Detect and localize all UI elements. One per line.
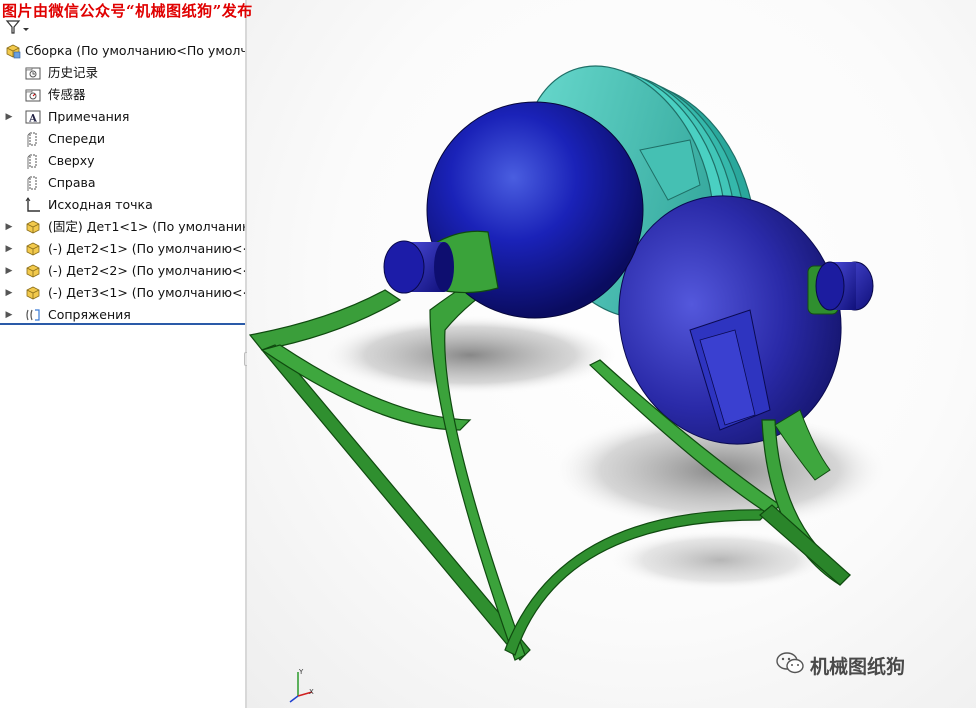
tree-item-annotations[interactable]: ▶ A Примечания [0, 106, 245, 128]
tree-item-front-plane[interactable]: Спереди [0, 128, 245, 150]
tree-item-part-det2-1[interactable]: ▶ (-) Дет2<1> (По умолчанию<<П [0, 238, 245, 260]
tree-item-label: (-) Дет2<2> (По умолчанию<<П [48, 263, 245, 278]
expand-arrow-icon[interactable]: ▶ [4, 260, 14, 282]
graphics-viewport[interactable] [247, 0, 976, 708]
part-icon [25, 241, 41, 257]
left-hub [383, 230, 499, 294]
expand-arrow-icon[interactable]: ▶ [4, 106, 14, 128]
tree-item-label: 传感器 [48, 87, 86, 102]
sensor-folder-icon [25, 87, 41, 103]
tree-item-top-plane[interactable]: Сверху [0, 150, 245, 172]
plane-icon [25, 175, 41, 191]
tree-item-label: Сверху [48, 153, 95, 168]
tree-item-label: Примечания [48, 109, 130, 124]
tree-item-sensors[interactable]: 传感器 [0, 84, 245, 106]
watermark-bottom-text: 机械图纸狗 [810, 656, 906, 678]
right-hub [807, 261, 874, 315]
tree-item-label: (-) Дет2<1> (По умолчанию<<П [48, 241, 245, 256]
origin-icon [25, 197, 41, 213]
wechat-icon [776, 652, 804, 674]
tree-item-origin[interactable]: Исходная точка [0, 194, 245, 216]
assembly-model [248, 65, 890, 661]
tree-item-right-plane[interactable]: Справа [0, 172, 245, 194]
watermark-top-text: 图片由微信公众号“机械图纸狗”发布 [2, 2, 253, 20]
tree-item-label: Исходная точка [48, 197, 153, 212]
tree-item-label: Спереди [48, 131, 105, 146]
mates-icon [25, 307, 41, 323]
expand-arrow-icon[interactable]: ▶ [4, 238, 14, 260]
tree-item-label: Справа [48, 175, 96, 190]
assembly-icon [5, 43, 21, 59]
plane-icon [25, 153, 41, 169]
selection-divider [0, 323, 245, 325]
tree-item-label: (-) Дет3<1> (По умолчанию<<П [48, 285, 245, 300]
tree-item-part-det2-2[interactable]: ▶ (-) Дет2<2> (По умолчанию<<П [0, 260, 245, 282]
feature-manager-panel: Сборка (По умолчанию<По умолча 历史记录 传感器 … [0, 0, 245, 708]
svg-text:A: A [28, 114, 37, 125]
tree-item-part-det3[interactable]: ▶ (-) Дет3<1> (По умолчанию<<П [0, 282, 245, 304]
plane-icon [25, 131, 41, 147]
tree-item-history[interactable]: 历史记录 [0, 62, 245, 84]
tree-item-part-det1[interactable]: ▶ (固定) Дет1<1> (По умолчанию< [0, 216, 245, 238]
part-icon [25, 219, 41, 235]
history-folder-icon [25, 65, 41, 81]
part-icon [25, 263, 41, 279]
triad-x-label: X [309, 688, 314, 696]
expand-arrow-icon[interactable]: ▶ [4, 282, 14, 304]
tree-root-assembly[interactable]: Сборка (По умолчанию<По умолча [0, 40, 245, 62]
tree-root-label: Сборка (По умолчанию<По умолча [25, 43, 245, 58]
watermark-bottom: 机械图纸狗 [776, 650, 905, 680]
tree-item-label: (固定) Дет1<1> (По умолчанию< [48, 219, 245, 234]
expand-arrow-icon[interactable]: ▶ [4, 216, 14, 238]
triad-y-label: Y [298, 668, 304, 676]
annotations-icon: A [25, 109, 41, 125]
view-triad: Y X [278, 664, 318, 704]
part-icon [25, 285, 41, 301]
tree-item-label: 历史记录 [48, 65, 99, 80]
